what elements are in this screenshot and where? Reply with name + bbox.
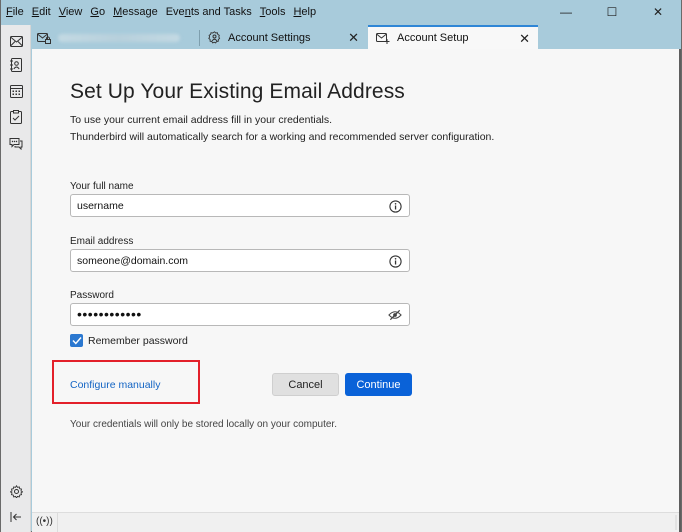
page-title: Set Up Your Existing Email Address — [70, 80, 405, 103]
space-address-book[interactable] — [8, 57, 24, 73]
menu-view-rest: iew — [65, 6, 83, 18]
status-separator — [57, 513, 58, 532]
tab-label: Account Settings — [228, 31, 311, 44]
space-chat[interactable] — [8, 135, 24, 151]
menu-go-rest: o — [98, 6, 106, 18]
continue-button[interactable]: Continue — [345, 373, 412, 396]
remember-password-label: Remember password — [88, 334, 188, 347]
collapse-icon — [10, 512, 21, 522]
tab-separator — [199, 30, 200, 46]
tab-account-settings[interactable]: Account Settings ✕ — [207, 26, 367, 49]
settings-button[interactable] — [8, 483, 24, 499]
intro-line-1: To use your current email address fill i… — [70, 114, 333, 126]
cancel-button[interactable]: Cancel — [272, 373, 339, 396]
tab-mail[interactable] — [37, 26, 197, 49]
remember-password[interactable]: Remember password — [70, 334, 188, 347]
space-mail[interactable] — [8, 33, 24, 49]
close-window-button[interactable]: ✕ — [635, 0, 681, 24]
menu-events-and-tasks[interactable]: Events and Tasks — [162, 6, 256, 18]
full-name-label: Your full name — [70, 181, 134, 192]
collapse-spaces-button[interactable] — [8, 509, 24, 525]
menu-go[interactable]: Go — [86, 6, 109, 18]
tab-bar: Account Settings ✕ Account Setup ✕ — [31, 25, 681, 49]
close-icon: ✕ — [652, 5, 664, 19]
minimize-button[interactable]: — — [543, 0, 589, 24]
window-controls: — ☐ ✕ — [543, 0, 681, 24]
title-bar: File Edit View Go Message Events and Tas… — [1, 0, 681, 25]
tab-label: Account Setup — [397, 32, 469, 44]
close-tab-icon[interactable]: ✕ — [519, 31, 530, 47]
credentials-footnote: Your credentials will only be stored loc… — [70, 419, 337, 430]
space-calendar[interactable] — [8, 83, 24, 99]
window-right-border — [679, 49, 681, 532]
menu-help-rest: elp — [301, 6, 317, 18]
eye-slash-icon[interactable] — [388, 308, 402, 322]
calendar-icon — [9, 84, 23, 98]
info-icon[interactable] — [388, 199, 402, 213]
account-setup-page: Set Up Your Existing Email Address To us… — [32, 49, 681, 512]
info-icon[interactable] — [388, 254, 402, 268]
gear-icon — [9, 484, 23, 498]
password-input[interactable] — [77, 306, 377, 321]
mail-add-icon — [376, 31, 390, 45]
menu-events-rest: ts and Tasks — [190, 6, 252, 18]
menu-message-rest: essage — [122, 6, 158, 18]
full-name-field — [70, 194, 410, 217]
menu-edit[interactable]: Edit — [28, 6, 55, 18]
tab-mail-label-redacted — [58, 33, 180, 42]
close-tab-icon[interactable]: ✕ — [348, 30, 359, 46]
thunderbird-window: File Edit View Go Message Events and Tas… — [0, 0, 682, 532]
status-bar: ((•)) — [32, 512, 681, 532]
account-settings-icon — [207, 31, 221, 45]
email-input[interactable] — [77, 253, 377, 268]
menu-bar: File Edit View Go Message Events and Tas… — [1, 2, 320, 22]
menu-edit-rest: dit — [39, 6, 51, 18]
menu-file[interactable]: File — [1, 6, 28, 18]
menu-message[interactable]: Message — [109, 6, 162, 18]
email-label: Email address — [70, 236, 134, 247]
password-field — [70, 303, 410, 326]
menu-tools-rest: ools — [265, 6, 286, 18]
minimize-icon: — — [560, 5, 572, 19]
full-name-input[interactable] — [77, 198, 377, 213]
checkmark-icon — [71, 337, 82, 345]
configure-manually-link[interactable]: Configure manually — [70, 379, 160, 391]
tab-account-setup[interactable]: Account Setup ✕ — [368, 25, 538, 49]
intro-line-2: Thunderbird will automatically search fo… — [70, 131, 495, 143]
chat-icon — [9, 137, 23, 150]
maximize-icon: ☐ — [606, 5, 618, 19]
space-tasks[interactable] — [8, 109, 24, 125]
menu-tools[interactable]: Tools — [256, 6, 290, 18]
mail-icon — [9, 35, 23, 47]
menu-help[interactable]: Help — [289, 6, 320, 18]
online-status-icon[interactable]: ((•)) — [36, 516, 53, 527]
maximize-button[interactable]: ☐ — [589, 0, 635, 24]
spaces-toolbar — [1, 25, 31, 532]
address-book-icon — [10, 58, 22, 72]
menu-view[interactable]: View — [55, 6, 87, 18]
menu-file-rest: ile — [12, 6, 24, 18]
remember-password-checkbox[interactable] — [70, 334, 83, 347]
email-field — [70, 249, 410, 272]
mail-lock-icon — [37, 31, 51, 45]
status-grip — [675, 515, 677, 530]
password-label: Password — [70, 290, 114, 301]
tasks-icon — [10, 110, 22, 124]
menu-events-pre: Eve — [165, 6, 185, 18]
intro-text: To use your current email address fill i… — [70, 112, 494, 146]
